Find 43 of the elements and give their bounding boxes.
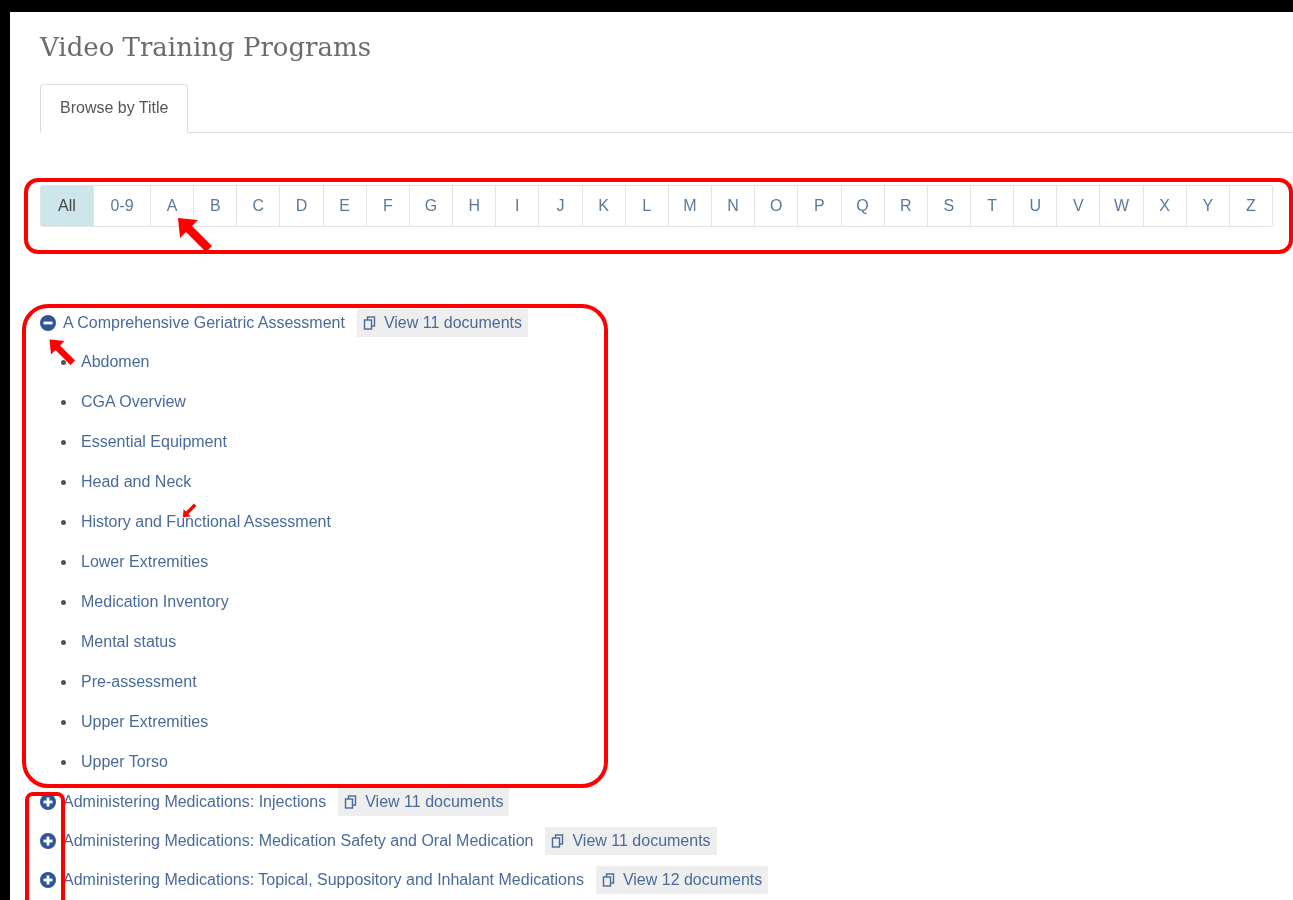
documents-icon	[344, 794, 359, 809]
bullet-icon	[61, 639, 66, 645]
view-documents-button[interactable]: View 12 documents	[595, 865, 769, 894]
tab[interactable]: Browse by Title	[40, 84, 189, 133]
letter-filter[interactable]: Z	[1228, 186, 1273, 226]
page-title: Video Training Programs	[40, 32, 373, 64]
program-link[interactable]: Administering Medications: Injections	[63, 792, 327, 811]
video-link[interactable]: Pre-assessment	[81, 673, 197, 691]
video-link[interactable]: Lower Extremities	[81, 553, 209, 571]
program-link[interactable]: Administering Medications: Topical, Suppository and Inhalant Medications	[63, 870, 584, 889]
documents-icon	[362, 315, 377, 330]
view-documents-button[interactable]: View 11 documents	[356, 308, 529, 337]
bullet-icon	[61, 759, 66, 765]
expand-icon[interactable]	[40, 793, 56, 810]
expand-icon[interactable]	[40, 832, 56, 849]
documents-icon	[551, 833, 566, 848]
program-link[interactable]: Administering Medications: Medication Safety and Oral Medication	[63, 831, 534, 850]
video-link[interactable]: History and Functional Assessment	[81, 513, 331, 531]
video-link[interactable]: CGA Overview	[81, 393, 186, 411]
video-link[interactable]: Upper Torso	[81, 753, 168, 771]
bullet-icon	[61, 399, 66, 405]
pointer-arrow	[48, 338, 78, 368]
video-link[interactable]: Mental status	[81, 633, 177, 651]
video-link[interactable]: Medication Inventory	[81, 593, 229, 611]
expand-icon[interactable]	[40, 871, 56, 888]
bullet-icon	[61, 479, 66, 485]
bullet-icon	[61, 439, 66, 445]
bullet-icon	[61, 359, 66, 365]
view-documents-button[interactable]: View 11 documents	[545, 826, 717, 855]
bullet-icon	[61, 519, 66, 525]
bullet-icon	[61, 719, 66, 725]
video-link[interactable]: Abdomen	[81, 353, 150, 371]
documents-icon	[601, 872, 616, 887]
video-link[interactable]: Essential Equipment	[81, 433, 227, 451]
letter-filter[interactable]: All	[41, 186, 93, 226]
program-link[interactable]: A Comprehensive Geriatric Assessment	[63, 313, 345, 332]
bullet-icon	[61, 559, 66, 565]
collapse-icon[interactable]	[40, 314, 56, 331]
view-documents-button[interactable]: View 11 documents	[338, 787, 510, 816]
video-link[interactable]: Head and Neck	[81, 473, 192, 491]
video-link[interactable]: Upper Extremities	[81, 713, 209, 731]
bullet-icon	[61, 599, 66, 605]
bullet-icon	[61, 679, 66, 685]
